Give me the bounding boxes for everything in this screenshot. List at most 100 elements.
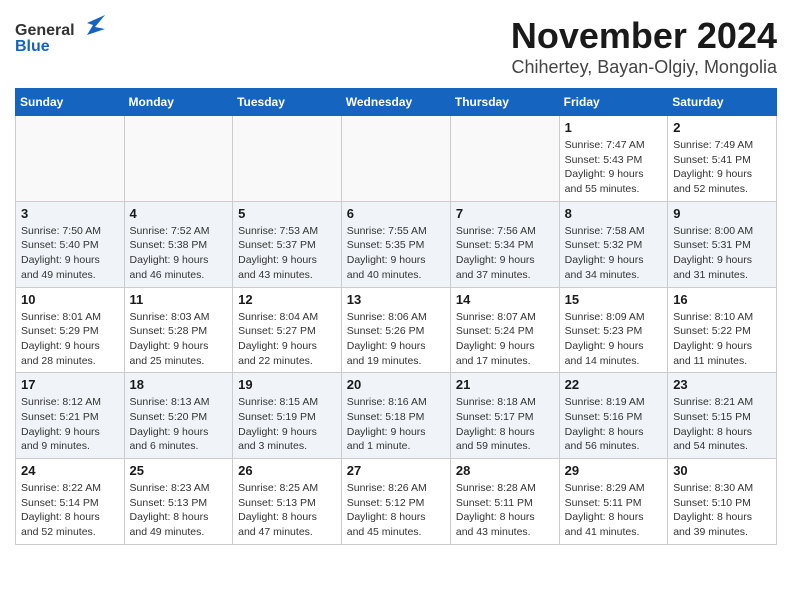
weekday-header-friday: Friday [559, 89, 668, 116]
weekday-header-thursday: Thursday [450, 89, 559, 116]
weekday-header-tuesday: Tuesday [233, 89, 342, 116]
calendar-cell: 30 Sunrise: 8:30 AM Sunset: 5:10 PM Dayli… [668, 459, 777, 545]
day-number: 16 [673, 292, 771, 307]
svg-text:Blue: Blue [15, 38, 50, 55]
day-number: 17 [21, 377, 119, 392]
calendar-cell: 16Sunrise: 8:10 AM Sunset: 5:22 PM Dayli… [668, 287, 777, 373]
day-number: 30 [673, 463, 771, 478]
calendar-cell: 20Sunrise: 8:16 AM Sunset: 5:18 PM Dayli… [341, 373, 450, 459]
calendar-cell: 27Sunrise: 8:26 AM Sunset: 5:12 PM Dayli… [341, 459, 450, 545]
month-title: November 2024 [511, 15, 777, 57]
calendar-cell: 28 Sunrise: 8:28 AM Sunset: 5:11 PM Dayli… [450, 459, 559, 545]
calendar-cell: 15 Sunrise: 8:09 AM Sunset: 5:23 PM Dayli… [559, 287, 668, 373]
calendar-cell: 5 Sunrise: 7:53 AM Sunset: 5:37 PM Daylig… [233, 201, 342, 287]
day-number: 11 [130, 292, 228, 307]
calendar-cell: 29Sunrise: 8:29 AM Sunset: 5:11 PM Dayli… [559, 459, 668, 545]
day-number: 7 [456, 206, 554, 221]
day-info: Sunrise: 8:30 AM Sunset: 5:10 PM Dayligh… [673, 481, 771, 540]
calendar-cell: 8 Sunrise: 7:58 AM Sunset: 5:32 PM Daylig… [559, 201, 668, 287]
day-info: Sunrise: 8:28 AM Sunset: 5:11 PM Dayligh… [456, 481, 554, 540]
logo: General Blue [15, 15, 105, 55]
calendar-cell: 19 Sunrise: 8:15 AM Sunset: 5:19 PM Dayli… [233, 373, 342, 459]
day-info: Sunrise: 7:56 AM Sunset: 5:34 PM Dayligh… [456, 224, 554, 283]
day-info: Sunrise: 8:09 AM Sunset: 5:23 PM Dayligh… [565, 310, 663, 369]
day-info: Sunrise: 8:22 AM Sunset: 5:14 PM Dayligh… [21, 481, 119, 540]
calendar-cell: 11 Sunrise: 8:03 AM Sunset: 5:28 PM Dayli… [124, 287, 233, 373]
day-info: Sunrise: 8:13 AM Sunset: 5:20 PM Dayligh… [130, 395, 228, 454]
day-number: 5 [238, 206, 336, 221]
calendar-cell: 22Sunrise: 8:19 AM Sunset: 5:16 PM Dayli… [559, 373, 668, 459]
calendar-cell: 2 Sunrise: 7:49 AM Sunset: 5:41 PM Daylig… [668, 116, 777, 202]
day-number: 9 [673, 206, 771, 221]
title-area: November 2024 Chihertey, Bayan-Olgiy, Mo… [511, 15, 777, 78]
day-number: 23 [673, 377, 771, 392]
calendar-cell: 10Sunrise: 8:01 AM Sunset: 5:29 PM Dayli… [16, 287, 125, 373]
day-number: 19 [238, 377, 336, 392]
calendar-cell [341, 116, 450, 202]
day-info: Sunrise: 8:23 AM Sunset: 5:13 PM Dayligh… [130, 481, 228, 540]
calendar-cell: 7 Sunrise: 7:56 AM Sunset: 5:34 PM Daylig… [450, 201, 559, 287]
day-number: 1 [565, 120, 663, 135]
day-info: Sunrise: 8:01 AM Sunset: 5:29 PM Dayligh… [21, 310, 119, 369]
calendar-cell: 1 Sunrise: 7:47 AM Sunset: 5:43 PM Daylig… [559, 116, 668, 202]
day-info: Sunrise: 8:16 AM Sunset: 5:18 PM Dayligh… [347, 395, 445, 454]
calendar-cell: 12Sunrise: 8:04 AM Sunset: 5:27 PM Dayli… [233, 287, 342, 373]
calendar-cell [16, 116, 125, 202]
day-number: 14 [456, 292, 554, 307]
day-info: Sunrise: 8:07 AM Sunset: 5:24 PM Dayligh… [456, 310, 554, 369]
calendar-cell: 25 Sunrise: 8:23 AM Sunset: 5:13 PM Dayli… [124, 459, 233, 545]
day-number: 13 [347, 292, 445, 307]
day-number: 15 [565, 292, 663, 307]
calendar-cell: 9Sunrise: 8:00 AM Sunset: 5:31 PM Daylig… [668, 201, 777, 287]
calendar-body: 1 Sunrise: 7:47 AM Sunset: 5:43 PM Daylig… [16, 116, 777, 545]
day-number: 25 [130, 463, 228, 478]
day-info: Sunrise: 8:06 AM Sunset: 5:26 PM Dayligh… [347, 310, 445, 369]
calendar-cell: 26 Sunrise: 8:25 AM Sunset: 5:13 PM Dayli… [233, 459, 342, 545]
day-number: 18 [130, 377, 228, 392]
day-info: Sunrise: 8:25 AM Sunset: 5:13 PM Dayligh… [238, 481, 336, 540]
calendar-cell: 13 Sunrise: 8:06 AM Sunset: 5:26 PM Dayli… [341, 287, 450, 373]
day-info: Sunrise: 7:53 AM Sunset: 5:37 PM Dayligh… [238, 224, 336, 283]
day-info: Sunrise: 8:19 AM Sunset: 5:16 PM Dayligh… [565, 395, 663, 454]
calendar-cell: 6Sunrise: 7:55 AM Sunset: 5:35 PM Daylig… [341, 201, 450, 287]
day-info: Sunrise: 8:12 AM Sunset: 5:21 PM Dayligh… [21, 395, 119, 454]
calendar-week-row: 24Sunrise: 8:22 AM Sunset: 5:14 PM Dayli… [16, 459, 777, 545]
day-info: Sunrise: 8:21 AM Sunset: 5:15 PM Dayligh… [673, 395, 771, 454]
page-header: General Blue November 2024 Chihertey, Ba… [15, 15, 777, 78]
calendar-cell: 18 Sunrise: 8:13 AM Sunset: 5:20 PM Dayli… [124, 373, 233, 459]
weekday-header-wednesday: Wednesday [341, 89, 450, 116]
day-info: Sunrise: 8:29 AM Sunset: 5:11 PM Dayligh… [565, 481, 663, 540]
day-info: Sunrise: 8:15 AM Sunset: 5:19 PM Dayligh… [238, 395, 336, 454]
day-number: 26 [238, 463, 336, 478]
day-number: 4 [130, 206, 228, 221]
day-number: 28 [456, 463, 554, 478]
logo-icon: General Blue [15, 15, 105, 55]
calendar-cell: 17 Sunrise: 8:12 AM Sunset: 5:21 PM Dayli… [16, 373, 125, 459]
day-number: 21 [456, 377, 554, 392]
calendar-table: SundayMondayTuesdayWednesdayThursdayFrid… [15, 88, 777, 545]
calendar-cell: 3 Sunrise: 7:50 AM Sunset: 5:40 PM Daylig… [16, 201, 125, 287]
day-number: 8 [565, 206, 663, 221]
calendar-cell: 23 Sunrise: 8:21 AM Sunset: 5:15 PM Dayli… [668, 373, 777, 459]
calendar-cell: 21 Sunrise: 8:18 AM Sunset: 5:17 PM Dayli… [450, 373, 559, 459]
calendar-cell: 14 Sunrise: 8:07 AM Sunset: 5:24 PM Dayli… [450, 287, 559, 373]
calendar-week-row: 10Sunrise: 8:01 AM Sunset: 5:29 PM Dayli… [16, 287, 777, 373]
calendar-cell [124, 116, 233, 202]
day-info: Sunrise: 8:18 AM Sunset: 5:17 PM Dayligh… [456, 395, 554, 454]
day-number: 2 [673, 120, 771, 135]
day-info: Sunrise: 7:49 AM Sunset: 5:41 PM Dayligh… [673, 138, 771, 197]
day-info: Sunrise: 7:58 AM Sunset: 5:32 PM Dayligh… [565, 224, 663, 283]
calendar-week-row: 17 Sunrise: 8:12 AM Sunset: 5:21 PM Dayli… [16, 373, 777, 459]
day-number: 12 [238, 292, 336, 307]
calendar-cell: 24Sunrise: 8:22 AM Sunset: 5:14 PM Dayli… [16, 459, 125, 545]
day-info: Sunrise: 8:03 AM Sunset: 5:28 PM Dayligh… [130, 310, 228, 369]
day-number: 6 [347, 206, 445, 221]
day-info: Sunrise: 7:47 AM Sunset: 5:43 PM Dayligh… [565, 138, 663, 197]
day-number: 27 [347, 463, 445, 478]
location-title: Chihertey, Bayan-Olgiy, Mongolia [511, 57, 777, 78]
day-number: 3 [21, 206, 119, 221]
weekday-header-saturday: Saturday [668, 89, 777, 116]
day-info: Sunrise: 7:50 AM Sunset: 5:40 PM Dayligh… [21, 224, 119, 283]
calendar-week-row: 3 Sunrise: 7:50 AM Sunset: 5:40 PM Daylig… [16, 201, 777, 287]
weekday-header-row: SundayMondayTuesdayWednesdayThursdayFrid… [16, 89, 777, 116]
